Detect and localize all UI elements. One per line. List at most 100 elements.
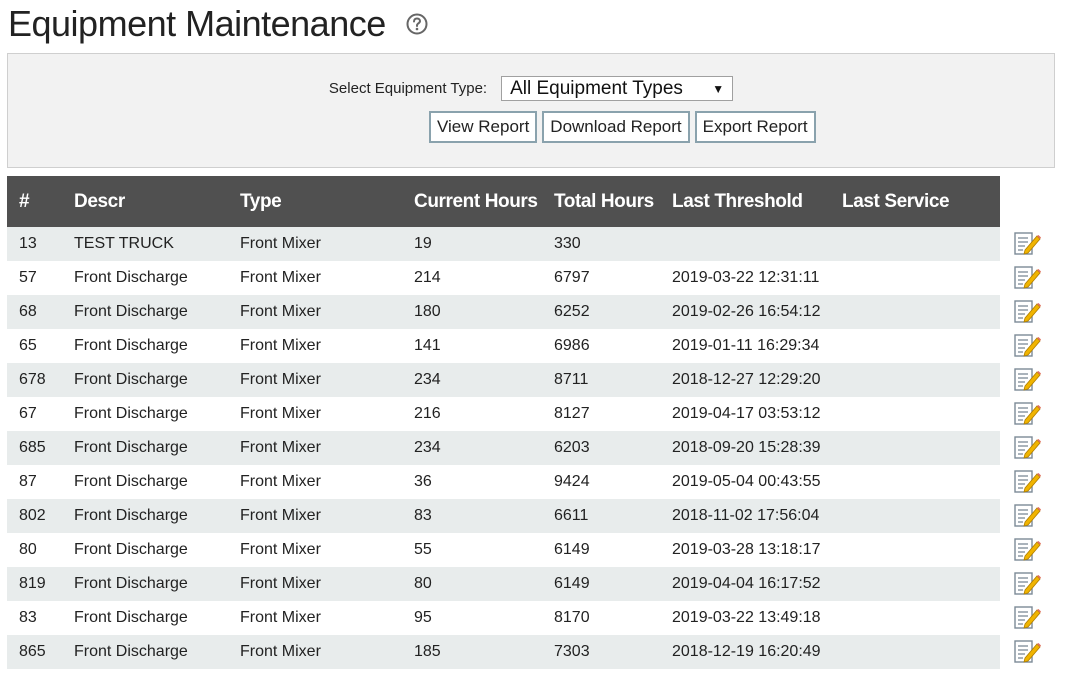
cell-type: Front Mixer xyxy=(228,295,402,329)
cell-last-service xyxy=(830,227,1000,261)
column-header-descr[interactable]: Descr xyxy=(62,176,228,227)
column-header-number[interactable]: # xyxy=(7,176,62,227)
cell-last-threshold: 2019-05-04 00:43:55 xyxy=(660,465,830,499)
edit-note-icon[interactable] xyxy=(1012,465,1042,499)
edit-note-icon[interactable] xyxy=(1012,227,1042,261)
cell-last-threshold: 2019-03-28 13:18:17 xyxy=(660,533,830,567)
cell-total-hours: 7303 xyxy=(542,635,660,669)
cell-last-service xyxy=(830,499,1000,533)
cell-total-hours: 6797 xyxy=(542,261,660,295)
cell-number: 57 xyxy=(7,261,62,295)
cell-number: 819 xyxy=(7,567,62,601)
cell-last-service xyxy=(830,431,1000,465)
equipment-type-selected: All Equipment Types xyxy=(510,77,683,99)
cell-number: 68 xyxy=(7,295,62,329)
export-report-button[interactable]: Export Report xyxy=(694,111,816,143)
edit-note-icon[interactable] xyxy=(1012,261,1042,295)
cell-last-service xyxy=(830,465,1000,499)
cell-number: 87 xyxy=(7,465,62,499)
edit-note-icon[interactable] xyxy=(1012,295,1042,329)
table-row: 68 Front Discharge Front Mixer 180 6252 2019-… xyxy=(7,295,1000,329)
page-title: Equipment Maintenance xyxy=(8,3,386,44)
edit-note-icon[interactable] xyxy=(1012,567,1042,601)
equipment-table: # Descr Type Current Hours Total Hours L… xyxy=(7,176,1000,669)
edit-note-icon[interactable] xyxy=(1012,601,1042,635)
edit-note-icon[interactable] xyxy=(1012,397,1042,431)
cell-descr: Front Discharge xyxy=(62,431,228,465)
column-header-last-threshold[interactable]: Last Threshold xyxy=(660,176,830,227)
column-header-current-hours[interactable]: Current Hours xyxy=(402,176,542,227)
cell-last-threshold: 2019-02-26 16:54:12 xyxy=(660,295,830,329)
cell-total-hours: 6149 xyxy=(542,533,660,567)
cell-current-hours: 234 xyxy=(402,363,542,397)
table-header-row: # Descr Type Current Hours Total Hours L… xyxy=(7,176,1000,227)
cell-descr: Front Discharge xyxy=(62,499,228,533)
cell-number: 678 xyxy=(7,363,62,397)
cell-number: 65 xyxy=(7,329,62,363)
table-row: 67 Front Discharge Front Mixer 216 8127 2019-… xyxy=(7,397,1000,431)
edit-note-icon[interactable] xyxy=(1012,499,1042,533)
cell-descr: Front Discharge xyxy=(62,465,228,499)
cell-current-hours: 36 xyxy=(402,465,542,499)
cell-last-service xyxy=(830,567,1000,601)
cell-number: 80 xyxy=(7,533,62,567)
table-row: 802 Front Discharge Front Mixer 83 6611 2018-… xyxy=(7,499,1000,533)
equipment-type-filter: Select Equipment Type: All Equipment Typ… xyxy=(8,76,1054,101)
cell-type: Front Mixer xyxy=(228,533,402,567)
cell-total-hours: 6611 xyxy=(542,499,660,533)
cell-current-hours: 216 xyxy=(402,397,542,431)
column-header-total-hours[interactable]: Total Hours xyxy=(542,176,660,227)
cell-total-hours: 6203 xyxy=(542,431,660,465)
cell-descr: Front Discharge xyxy=(62,329,228,363)
equipment-type-select[interactable]: All Equipment Types ▼ xyxy=(501,76,734,101)
cell-last-service xyxy=(830,363,1000,397)
cell-current-hours: 214 xyxy=(402,261,542,295)
cell-last-service xyxy=(830,601,1000,635)
view-report-button[interactable]: View Report xyxy=(429,111,538,143)
cell-last-threshold: 2019-01-11 16:29:34 xyxy=(660,329,830,363)
cell-last-threshold: 2019-04-04 16:17:52 xyxy=(660,567,830,601)
cell-total-hours: 6986 xyxy=(542,329,660,363)
download-report-button[interactable]: Download Report xyxy=(542,111,690,143)
cell-last-service xyxy=(830,397,1000,431)
cell-current-hours: 180 xyxy=(402,295,542,329)
edit-note-icon[interactable] xyxy=(1012,635,1042,669)
cell-descr: Front Discharge xyxy=(62,533,228,567)
cell-last-service xyxy=(830,635,1000,669)
cell-current-hours: 83 xyxy=(402,499,542,533)
cell-total-hours: 8127 xyxy=(542,397,660,431)
help-icon[interactable] xyxy=(406,13,428,35)
cell-descr: Front Discharge xyxy=(62,601,228,635)
cell-current-hours: 185 xyxy=(402,635,542,669)
cell-descr: Front Discharge xyxy=(62,261,228,295)
cell-descr: Front Discharge xyxy=(62,363,228,397)
edit-note-icon[interactable] xyxy=(1012,431,1042,465)
cell-type: Front Mixer xyxy=(228,397,402,431)
row-edit-icons xyxy=(1012,227,1046,669)
equipment-type-label: Select Equipment Type: xyxy=(328,80,488,97)
cell-type: Front Mixer xyxy=(228,635,402,669)
cell-descr: Front Discharge xyxy=(62,295,228,329)
cell-last-threshold: 2019-03-22 12:31:11 xyxy=(660,261,830,295)
cell-type: Front Mixer xyxy=(228,363,402,397)
cell-type: Front Mixer xyxy=(228,329,402,363)
table-row: 83 Front Discharge Front Mixer 95 8170 2019-0… xyxy=(7,601,1000,635)
filter-panel: Select Equipment Type: All Equipment Typ… xyxy=(7,53,1055,168)
column-header-last-service[interactable]: Last Service xyxy=(830,176,1000,227)
edit-note-icon[interactable] xyxy=(1012,363,1042,397)
cell-number: 802 xyxy=(7,499,62,533)
cell-descr: TEST TRUCK xyxy=(62,227,228,261)
cell-last-threshold: 2019-04-17 03:53:12 xyxy=(660,397,830,431)
table-row: 57 Front Discharge Front Mixer 214 6797 2019-… xyxy=(7,261,1000,295)
table-row: 678 Front Discharge Front Mixer 234 8711 2018… xyxy=(7,363,1000,397)
column-header-type[interactable]: Type xyxy=(228,176,402,227)
edit-note-icon[interactable] xyxy=(1012,329,1042,363)
table-row: 87 Front Discharge Front Mixer 36 9424 2019-0… xyxy=(7,465,1000,499)
table-body: 13 TEST TRUCK Front Mixer 19 330 57 Front Disc… xyxy=(7,227,1000,669)
cell-current-hours: 234 xyxy=(402,431,542,465)
cell-total-hours: 9424 xyxy=(542,465,660,499)
edit-note-icon[interactable] xyxy=(1012,533,1042,567)
report-buttons: View Report Download Report Export Repor… xyxy=(429,111,816,143)
table-row: 65 Front Discharge Front Mixer 141 6986 2019-… xyxy=(7,329,1000,363)
cell-type: Front Mixer xyxy=(228,499,402,533)
